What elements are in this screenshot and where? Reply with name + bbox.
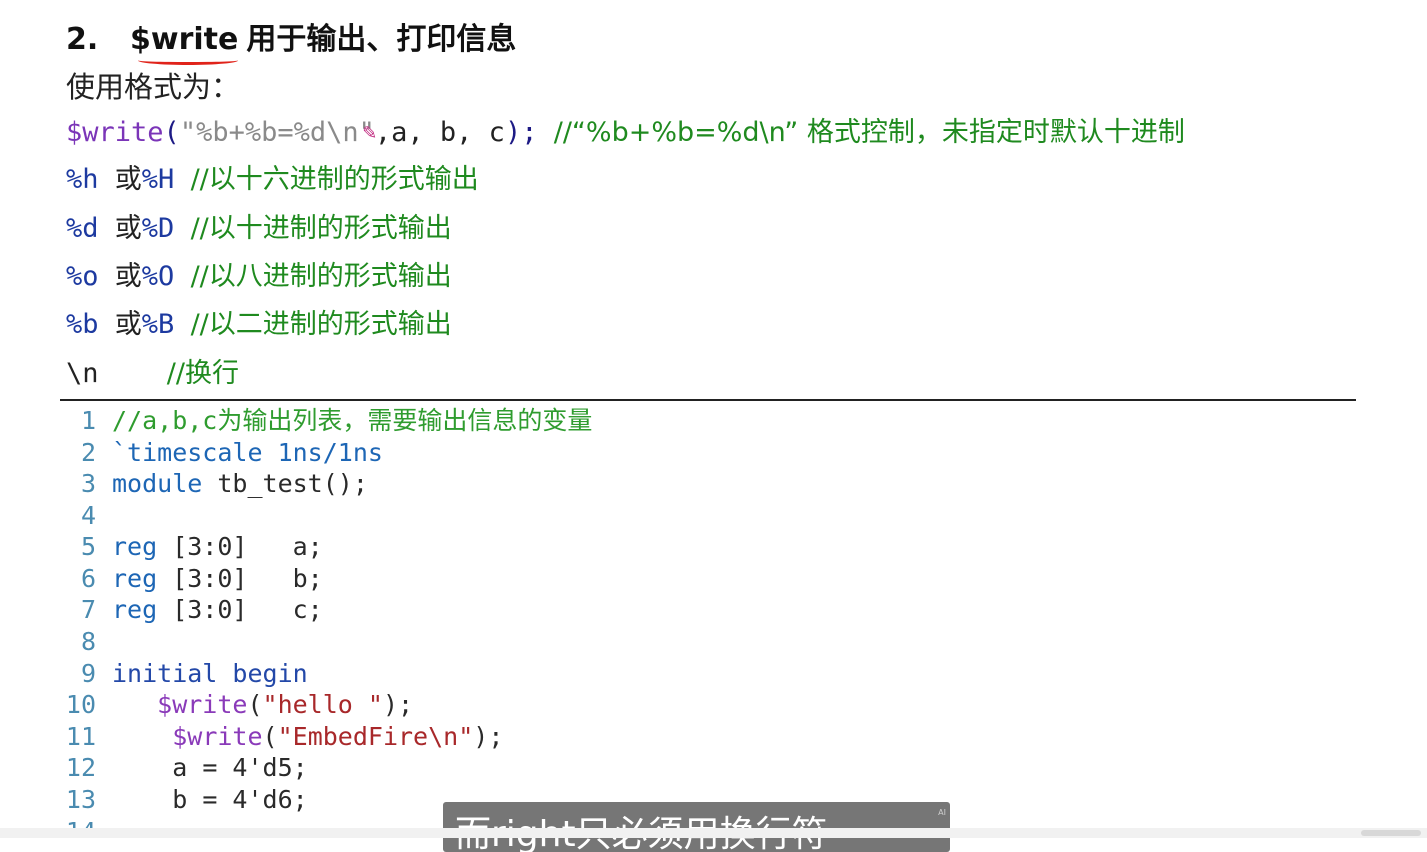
- code-comment-zh: 为输出列表，需要输出信息的变量: [217, 406, 593, 435]
- module-name: tb_test();: [202, 469, 368, 498]
- format-spec-upper: %H: [141, 164, 175, 195]
- reg-decl: [3:0] a;: [157, 532, 323, 561]
- usage-intro: 使用格式为：: [66, 70, 241, 104]
- format-comment: //以十进制的形式输出: [190, 213, 452, 244]
- line-number: 8: [80, 627, 96, 656]
- line-number: 13: [65, 785, 96, 814]
- heading-keyword-text: $write: [130, 22, 239, 57]
- keyword-begin: begin: [217, 659, 308, 688]
- ai-badge: AI: [938, 808, 946, 817]
- format-spec-upper: %B: [141, 309, 175, 340]
- format-comment: //以十六进制的形式输出: [190, 164, 479, 195]
- timescale-directive: `timescale 1ns/1ns: [112, 438, 383, 467]
- line-number: 12: [65, 753, 96, 782]
- reg-decl: [3:0] c;: [157, 595, 323, 624]
- code-comment: //a,b,c: [112, 406, 218, 435]
- keyword-reg: reg: [112, 595, 158, 624]
- line-number: 1: [80, 406, 96, 435]
- section-number: 2.: [66, 22, 99, 57]
- or-word: 或: [114, 164, 142, 195]
- line-number: 11: [65, 722, 96, 751]
- code-line: 6 reg [3:0] b;: [62, 563, 323, 595]
- format-comment: //以二进制的形式输出: [190, 309, 452, 340]
- paren: (: [262, 722, 278, 751]
- code-line: 10 $write("hello ");: [62, 689, 413, 721]
- reg-decl: [3:0] b;: [157, 564, 323, 593]
- newline-comment: //换行: [166, 358, 239, 389]
- example-line: $write("%b+%b=%d\n"✎,a, b, c); //“%b+%b=…: [66, 113, 1185, 153]
- line-number: 9: [80, 659, 96, 688]
- example-close: );: [504, 117, 538, 148]
- format-spec: %o: [66, 261, 99, 292]
- paren-close: );: [382, 690, 414, 719]
- subtitle-caption: 而right只必须用换行符 AI: [443, 802, 950, 852]
- code-line: 2 `timescale 1ns/1ns: [62, 437, 383, 469]
- format-rule-hex: %h 或%H //以十六进制的形式输出: [66, 160, 479, 200]
- line-number: 7: [80, 595, 96, 624]
- code-block: 1 //a,b,c为输出列表，需要输出信息的变量 2 `timescale 1ns/…: [62, 405, 1356, 838]
- assignment: b = 4'd6;: [172, 785, 308, 814]
- newline-spec: \n: [66, 358, 99, 389]
- horizontal-scrollbar[interactable]: [0, 828, 1427, 838]
- heading-keyword: $write: [130, 22, 239, 65]
- format-spec: %d: [66, 213, 99, 244]
- code-line: 1 //a,b,c为输出列表，需要输出信息的变量: [62, 405, 592, 437]
- code-line: 3 module tb_test();: [62, 468, 368, 500]
- system-task: $write: [172, 722, 263, 751]
- format-spec-upper: %O: [141, 261, 175, 292]
- keyword-module: module: [112, 469, 203, 498]
- code-line: 5 reg [3:0] a;: [62, 531, 323, 563]
- or-word: 或: [114, 213, 142, 244]
- comment-quote: “%b+%b=%d\n”: [571, 117, 799, 148]
- format-spec: %h: [66, 164, 99, 195]
- line-number: 10: [65, 690, 96, 719]
- line-number: 4: [80, 501, 96, 530]
- or-word: 或: [114, 261, 142, 292]
- format-comment: //以八进制的形式输出: [190, 261, 452, 292]
- format-spec: %b: [66, 309, 99, 340]
- section-heading: 2. $write 用于输出、打印信息: [66, 14, 517, 65]
- line-number: 5: [80, 532, 96, 561]
- code-line: 9 initial begin: [62, 658, 308, 690]
- scrollbar-thumb[interactable]: [1361, 830, 1421, 836]
- comment-text: 格式控制，未指定时默认十进制: [798, 117, 1185, 148]
- format-rule-bin: %b 或%B //以二进制的形式输出: [66, 305, 452, 345]
- divider: [60, 399, 1356, 401]
- code-line: 12 a = 4'd5;: [62, 752, 308, 784]
- string-literal: "hello ": [262, 690, 383, 719]
- system-task: $write: [157, 690, 248, 719]
- code-line: 13 b = 4'd6;: [62, 784, 308, 816]
- paren-close: );: [473, 722, 504, 751]
- string-literal: "EmbedFire\n": [277, 722, 474, 751]
- format-rule-oct: %o 或%O //以八进制的形式输出: [66, 257, 452, 297]
- or-word: 或: [114, 309, 142, 340]
- code-line: 8: [62, 626, 112, 658]
- line-number: 2: [80, 438, 96, 467]
- keyword-reg: reg: [112, 564, 158, 593]
- code-line: 7 reg [3:0] c;: [62, 594, 323, 626]
- example-format-string: "%b+%b=%d\n": [179, 117, 375, 148]
- example-open-paren: (: [163, 117, 180, 148]
- example-func: $write: [66, 117, 164, 148]
- line-number: 6: [80, 564, 96, 593]
- line-number: 3: [80, 469, 96, 498]
- assignment: a = 4'd5;: [172, 753, 308, 782]
- heading-title: 用于输出、打印信息: [246, 22, 517, 57]
- paren: (: [247, 690, 263, 719]
- code-line: 11 $write("EmbedFire\n");: [62, 721, 503, 753]
- keyword-reg: reg: [112, 532, 158, 561]
- example-comment: //“%b+%b=%d\n” 格式控制，未指定时默认十进制: [554, 117, 1185, 148]
- comment-prefix: //: [553, 117, 572, 148]
- format-spec-upper: %D: [141, 213, 175, 244]
- example-args: ,a, b, c: [374, 117, 505, 148]
- format-rule-dec: %d 或%D //以十进制的形式输出: [66, 209, 452, 249]
- code-line: 4: [62, 500, 112, 532]
- keyword-initial: initial: [112, 659, 218, 688]
- format-rule-newline: \n //换行: [66, 354, 239, 394]
